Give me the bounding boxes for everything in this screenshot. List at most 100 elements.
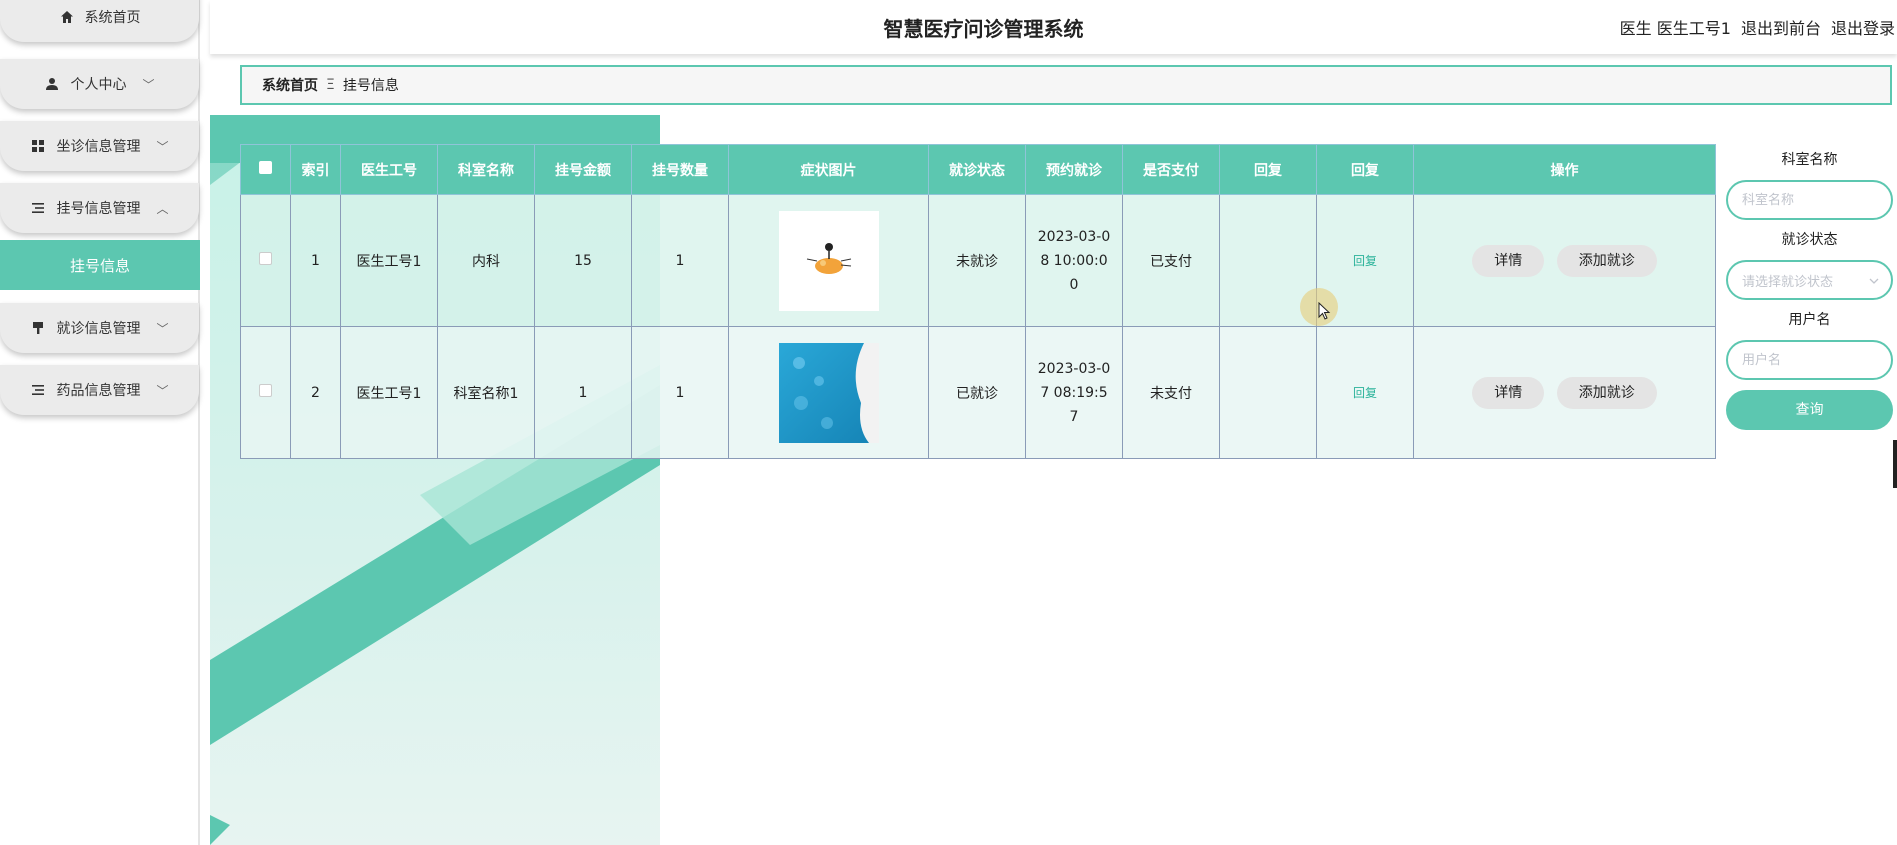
grid-icon xyxy=(30,138,46,154)
checkbox-icon xyxy=(259,384,272,397)
cell-actions: 详情 添加就诊 xyxy=(1413,326,1716,459)
col-header: 是否支付 xyxy=(1122,144,1220,195)
cell-paid: 已支付 xyxy=(1122,194,1220,327)
sidebar-item-visit-info[interactable]: 就诊信息管理 ﹀ xyxy=(0,303,199,353)
cell-actions: 详情 添加就诊 xyxy=(1413,194,1716,327)
top-header: 智慧医疗问诊管理系统 医生 医生工号1 退出到前台 退出登录 xyxy=(210,0,1897,54)
header-user-area: 医生 医生工号1 退出到前台 退出登录 xyxy=(1620,15,1895,39)
search-button[interactable]: 查询 xyxy=(1726,390,1893,430)
sidebar-item-personal-center[interactable]: 个人中心 ﹀ xyxy=(0,59,199,109)
search-panel: 科室名称 就诊状态 请选择就诊状态 用户名 查询 xyxy=(1726,150,1893,430)
add-visit-button[interactable]: 添加就诊 xyxy=(1556,376,1657,409)
chevron-down-icon xyxy=(1869,273,1879,288)
cell-doctor-id: 医生工号1 xyxy=(340,194,438,327)
select-all-checkbox[interactable] xyxy=(240,144,291,195)
username-label: 用户名 xyxy=(1788,312,1831,328)
sidebar-item-label: 挂号信息管理 xyxy=(56,201,141,217)
sidebar-item-home[interactable]: 系统首页 xyxy=(0,0,199,42)
dept-label: 科室名称 xyxy=(1781,152,1838,168)
chevron-down-icon: ﹀ xyxy=(142,77,155,92)
cell-symptom-image xyxy=(728,326,929,459)
col-header: 索引 xyxy=(290,144,341,195)
user-name: 医生工号1 xyxy=(1656,19,1731,38)
brush-icon xyxy=(30,320,46,336)
cell-index: 2 xyxy=(290,326,341,459)
add-visit-button[interactable]: 添加就诊 xyxy=(1556,244,1657,277)
status-select[interactable]: 请选择就诊状态 xyxy=(1726,260,1893,300)
appointment-text: 2023-03-08 10:00:00 xyxy=(1037,228,1111,293)
table-row: 1 医生工号1 内科 15 1 未就诊 2023-03-08 10:00:00 … xyxy=(240,194,1716,327)
sidebar-subitem-registration[interactable]: 挂号信息 xyxy=(0,240,200,290)
status-select-placeholder: 请选择就诊状态 xyxy=(1742,274,1834,290)
detail-button[interactable]: 详情 xyxy=(1472,244,1545,277)
sidebar-item-label: 坐诊信息管理 xyxy=(56,139,141,155)
breadcrumb-separator-icon: Ξ xyxy=(326,77,335,93)
cell-appointment: 2023-03-08 10:00:00 xyxy=(1025,194,1123,327)
user-role: 医生 xyxy=(1619,19,1652,38)
cell-reply-text xyxy=(1219,326,1317,459)
table-row: 2 医生工号1 科室名称1 1 1 已就诊 2023-03-07 08:19:5… xyxy=(240,326,1716,459)
col-header: 挂号数量 xyxy=(631,144,729,195)
sidebar-item-consult-info[interactable]: 坐诊信息管理 ﹀ xyxy=(0,121,199,171)
breadcrumb-home[interactable]: 系统首页 xyxy=(262,75,318,95)
home-icon xyxy=(59,9,75,25)
col-header: 科室名称 xyxy=(437,144,535,195)
cell-amount: 15 xyxy=(534,194,632,327)
row-checkbox[interactable] xyxy=(240,326,291,459)
breadcrumb-current: 挂号信息 xyxy=(342,78,399,94)
cell-appointment: 2023-03-07 08:19:57 xyxy=(1025,326,1123,459)
col-header: 回复 xyxy=(1219,144,1317,195)
chevron-down-icon: ﹀ xyxy=(156,383,169,398)
chevron-down-icon: ﹀ xyxy=(156,321,169,336)
scroll-indicator[interactable] xyxy=(1893,440,1897,488)
col-header: 预约就诊 xyxy=(1025,144,1123,195)
logout-link[interactable]: 退出登录 xyxy=(1831,15,1895,39)
cell-paid: 未支付 xyxy=(1122,326,1220,459)
chevron-down-icon: ﹀ xyxy=(156,139,169,154)
medical-photo xyxy=(778,342,879,443)
table-header-row: 索引 医生工号 科室名称 挂号金额 挂号数量 症状图片 就诊状态 预约就诊 是否… xyxy=(240,144,1716,195)
mouse-cursor-icon xyxy=(1318,302,1331,320)
sidebar-item-registration-info[interactable]: 挂号信息管理 ︿ xyxy=(0,183,199,233)
col-header: 症状图片 xyxy=(728,144,929,195)
cell-status: 已就诊 xyxy=(928,326,1026,459)
registration-table: 索引 医生工号 科室名称 挂号金额 挂号数量 症状图片 就诊状态 预约就诊 是否… xyxy=(240,144,1716,459)
username-search-input[interactable] xyxy=(1726,340,1893,380)
checkbox-icon xyxy=(259,252,272,265)
reply-link[interactable]: 回复 xyxy=(1353,254,1377,268)
sidebar-item-label: 系统首页 xyxy=(84,10,141,26)
cell-symptom-image xyxy=(728,194,929,327)
col-header: 操作 xyxy=(1413,144,1716,195)
cartoon-image xyxy=(778,210,879,311)
sidebar-item-label: 个人中心 xyxy=(70,77,127,93)
list-icon xyxy=(30,200,46,216)
status-label: 就诊状态 xyxy=(1781,232,1838,248)
appointment-text: 2023-03-07 08:19:57 xyxy=(1037,360,1111,425)
cell-department: 科室名称1 xyxy=(437,326,535,459)
cell-department: 内科 xyxy=(437,194,535,327)
cell-quantity: 1 xyxy=(631,194,729,327)
cell-amount: 1 xyxy=(534,326,632,459)
col-header: 挂号金额 xyxy=(534,144,632,195)
cell-index: 1 xyxy=(290,194,341,327)
sidebar-item-medicine-info[interactable]: 药品信息管理 ﹀ xyxy=(0,365,199,415)
checkbox-icon xyxy=(259,161,272,174)
user-info: 医生 医生工号1 xyxy=(1620,15,1731,39)
sidebar-item-label: 就诊信息管理 xyxy=(56,321,141,337)
user-icon xyxy=(44,76,60,92)
detail-button[interactable]: 详情 xyxy=(1472,376,1545,409)
row-checkbox[interactable] xyxy=(240,194,291,327)
sidebar-item-label: 药品信息管理 xyxy=(56,383,141,399)
breadcrumb: 系统首页 Ξ 挂号信息 xyxy=(240,65,1892,105)
col-header: 就诊状态 xyxy=(928,144,1026,195)
dept-search-input[interactable] xyxy=(1726,180,1893,220)
chevron-up-icon: ︿ xyxy=(156,201,169,216)
reply-link[interactable]: 回复 xyxy=(1353,386,1377,400)
cell-reply-link: 回复 xyxy=(1316,326,1414,459)
cell-quantity: 1 xyxy=(631,326,729,459)
back-to-front-link[interactable]: 退出到前台 xyxy=(1741,15,1821,39)
col-header: 回复 xyxy=(1316,144,1414,195)
cell-doctor-id: 医生工号1 xyxy=(340,326,438,459)
sidebar: 系统首页 个人中心 ﹀ 坐诊信息管理 ﹀ 挂号信息管理 ︿ 挂号信息 就诊信息管… xyxy=(0,0,200,845)
cell-status: 未就诊 xyxy=(928,194,1026,327)
